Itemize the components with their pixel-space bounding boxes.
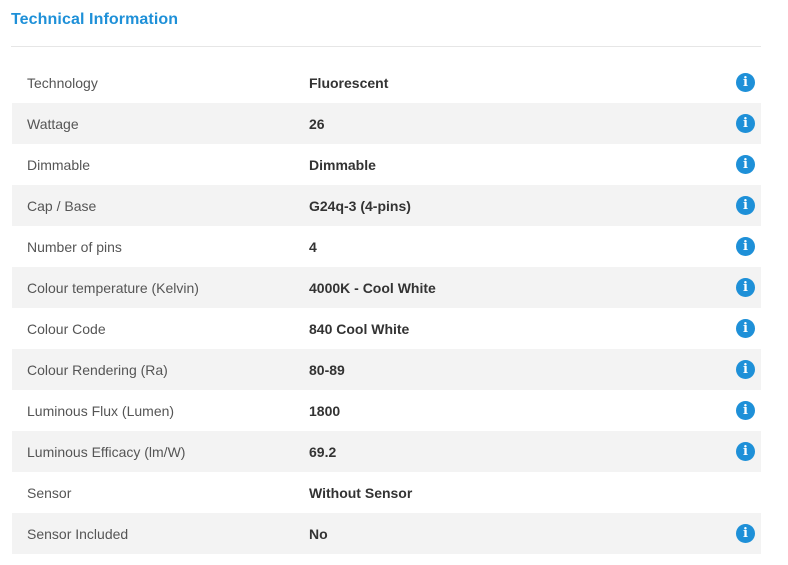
spec-value: 26 xyxy=(309,115,325,132)
spec-value: G24q-3 (4-pins) xyxy=(309,197,411,214)
spec-label: Luminous Efficacy (lm/W) xyxy=(27,443,186,460)
spec-value: Without Sensor xyxy=(309,484,413,501)
info-icon[interactable]: i xyxy=(736,278,755,297)
spec-value: Dimmable xyxy=(309,156,376,173)
section-title: Technical Information xyxy=(11,11,179,28)
spec-value: 4 xyxy=(309,238,317,255)
info-icon[interactable]: i xyxy=(736,155,755,174)
info-icon[interactable]: i xyxy=(736,114,755,133)
spec-row: Sensor Without Sensor xyxy=(12,472,761,513)
info-icon[interactable]: i xyxy=(736,442,755,461)
spec-row: Dimmable Dimmable i xyxy=(12,144,761,185)
spec-row: Cap / Base G24q-3 (4-pins) i xyxy=(12,185,761,226)
info-icon[interactable]: i xyxy=(736,401,755,420)
spec-row: Luminous Efficacy (lm/W) 69.2 i xyxy=(12,431,761,472)
spec-label: Cap / Base xyxy=(27,197,97,214)
spec-label: Number of pins xyxy=(27,238,122,255)
spec-value: 4000K - Cool White xyxy=(309,279,436,296)
spec-label: Sensor xyxy=(27,484,72,501)
spec-label: Colour Rendering (Ra) xyxy=(27,361,168,378)
info-icon[interactable]: i xyxy=(736,360,755,379)
spec-row: Technology Fluorescent i xyxy=(12,62,761,103)
spec-row: Wattage 26 i xyxy=(12,103,761,144)
spec-value: Fluorescent xyxy=(309,74,389,91)
spec-row: Colour Code 840 Cool White i xyxy=(12,308,761,349)
info-icon[interactable]: i xyxy=(736,73,755,92)
spec-label: Colour temperature (Kelvin) xyxy=(27,279,199,296)
info-icon[interactable]: i xyxy=(736,524,755,543)
spec-row: Colour Rendering (Ra) 80-89 i xyxy=(12,349,761,390)
spec-value: 69.2 xyxy=(309,443,337,460)
spec-row: Number of pins 4 i xyxy=(12,226,761,267)
info-icon[interactable]: i xyxy=(736,196,755,215)
section-divider xyxy=(11,46,761,47)
spec-value: 840 Cool White xyxy=(309,320,410,337)
spec-label: Colour Code xyxy=(27,320,106,337)
spec-row: Luminous Flux (Lumen) 1800 i xyxy=(12,390,761,431)
spec-row: Sensor Included No i xyxy=(12,513,761,554)
spec-table: Technology Fluorescent i Wattage 26 i Dimmable… xyxy=(12,62,761,554)
spec-row: Colour temperature (Kelvin) 4000K - Cool … xyxy=(12,267,761,308)
spec-value: No xyxy=(309,525,328,542)
spec-label: Wattage xyxy=(27,115,79,132)
spec-label: Technology xyxy=(27,74,98,91)
spec-value: 80-89 xyxy=(309,361,345,378)
info-icon[interactable]: i xyxy=(736,237,755,256)
spec-label: Luminous Flux (Lumen) xyxy=(27,402,175,419)
spec-label: Dimmable xyxy=(27,156,91,173)
spec-value: 1800 xyxy=(309,402,341,419)
spec-label: Sensor Included xyxy=(27,525,129,542)
info-icon[interactable]: i xyxy=(736,319,755,338)
